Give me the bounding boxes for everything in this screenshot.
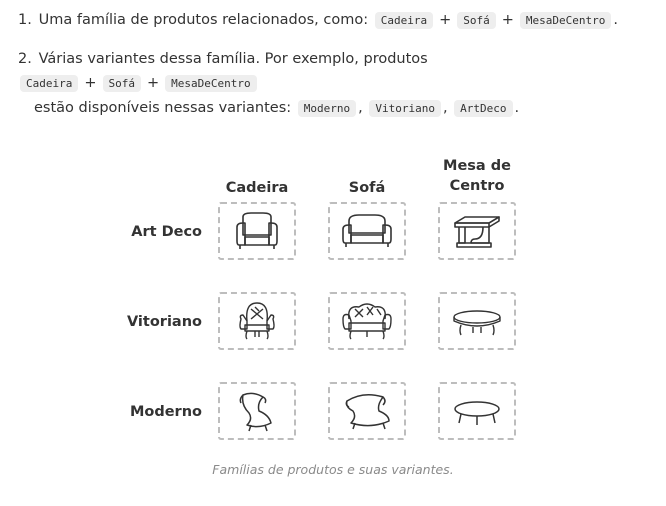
sofa-victorian-icon [342, 303, 392, 340]
column-header-sofa: Sofá [348, 180, 386, 196]
cell-moderno-sofa [328, 382, 406, 440]
code-token-mesadecentro: MesaDeCentro [165, 75, 257, 92]
cell-vitoriano-mesa [438, 292, 516, 350]
product-variants-figure: Cadeira Sofá Mesa de Centro Art Deco Vit… [0, 150, 666, 490]
plus-sign: + [84, 75, 97, 91]
code-token-vitoriano: Vitoriano [369, 100, 441, 117]
list-item-2: 2. Várias variantes dessa família. Por e… [18, 47, 658, 121]
list-text: Várias variantes dessa família. Por exem… [38, 51, 428, 67]
list-text: Uma família de produtos relacionados, co… [38, 12, 369, 28]
cell-vitoriano-cadeira [218, 292, 296, 350]
cell-vitoriano-sofa [328, 292, 406, 350]
plus-sign: + [501, 12, 514, 28]
code-token-sofa: Sofá [457, 12, 496, 29]
comma: , [442, 100, 448, 116]
row-header-art-deco: Art Deco [131, 224, 202, 240]
cell-artdeco-cadeira [218, 202, 296, 260]
armchair-artdeco-icon [236, 212, 278, 249]
code-token-mesadecentro: MesaDeCentro [519, 12, 612, 29]
plus-sign: + [439, 12, 452, 28]
period: . [613, 12, 618, 28]
row-header-moderno: Moderno [129, 404, 202, 420]
figure-caption: Famílias de produtos e suas variantes. [212, 462, 454, 477]
list-text-continuation: estão disponíveis nessas variantes: Mode… [18, 96, 658, 121]
table-modern-icon [454, 401, 500, 425]
chair-modern-icon [239, 392, 272, 432]
code-token-artdeco: ArtDeco [454, 100, 513, 117]
ordered-list: 1. Uma família de produtos relacionados,… [18, 8, 658, 135]
code-token-sofa: Sofá [102, 75, 142, 92]
cell-moderno-mesa [438, 382, 516, 440]
cell-moderno-cadeira [218, 382, 296, 440]
code-token-cadeira: Cadeira [374, 12, 434, 29]
sofa-modern-icon [345, 394, 390, 430]
comma: , [358, 100, 363, 116]
table-artdeco-icon [454, 216, 500, 248]
sofa-artdeco-icon [342, 214, 392, 247]
armchair-victorian-icon [239, 302, 275, 340]
code-token-moderno: Moderno [297, 100, 357, 117]
list-text: estão disponíveis nessas variantes: [34, 100, 292, 116]
list-number: 1. [18, 12, 32, 28]
code-token-cadeira: Cadeira [20, 75, 79, 92]
cell-artdeco-mesa [438, 202, 516, 260]
list-number: 2. [18, 51, 32, 67]
list-item-1: 1. Uma família de produtos relacionados,… [18, 8, 658, 33]
period: . [514, 100, 520, 116]
table-victorian-icon [453, 310, 501, 336]
column-header-cadeira: Cadeira [225, 180, 289, 196]
plus-sign: + [147, 75, 160, 91]
row-header-vitoriano: Vitoriano [126, 314, 202, 330]
cell-artdeco-sofa [328, 202, 406, 260]
column-header-mesa-de-centro: Mesa de Centro [443, 158, 511, 194]
